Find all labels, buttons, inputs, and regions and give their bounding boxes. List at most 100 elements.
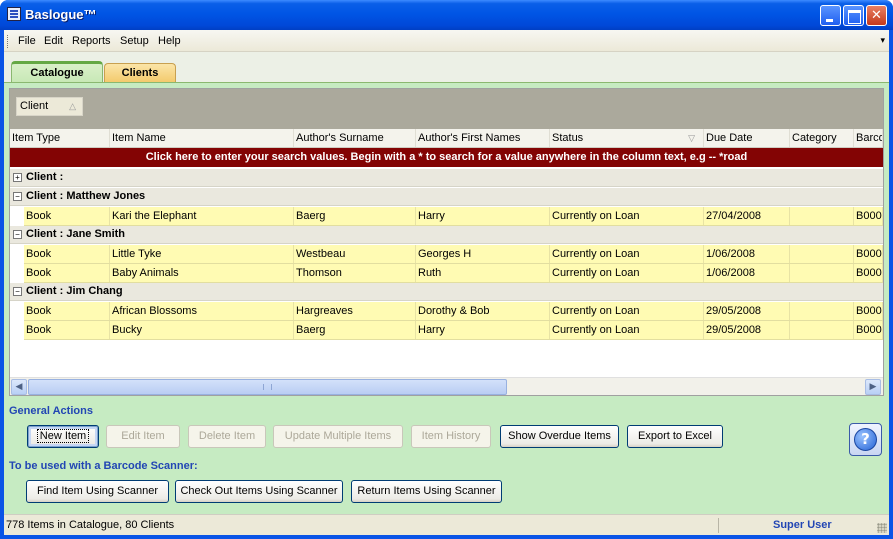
cell-category[interactable]	[790, 321, 854, 339]
cell-status[interactable]: Currently on Loan	[550, 245, 704, 263]
cell-item-type[interactable]: Book	[24, 245, 110, 263]
tab-clients[interactable]: Clients	[104, 63, 176, 83]
minimize-button[interactable]	[820, 5, 841, 26]
menu-setup[interactable]: Setup	[120, 35, 149, 47]
cell-author-first-names[interactable]: Harry	[416, 321, 550, 339]
cell-author-surname[interactable]: Westbeau	[294, 245, 416, 263]
cell-author-first-names[interactable]: Harry	[416, 207, 550, 225]
close-button[interactable]: ✕	[866, 5, 887, 26]
group-by-client-chip[interactable]: Client △	[16, 97, 83, 116]
cell-barcode[interactable]: B0000	[854, 302, 883, 320]
cell-item-name[interactable]: Baby Animals	[110, 264, 294, 282]
column-header-author-surname[interactable]: Author's Surname	[294, 129, 416, 147]
edit-item-button[interactable]: Edit Item	[106, 425, 180, 448]
cell-barcode[interactable]: B0000	[854, 207, 883, 225]
cell-author-surname[interactable]: Baerg	[294, 207, 416, 225]
check-out-items-using-scanner-button[interactable]: Check Out Items Using Scanner	[175, 480, 343, 503]
scrollbar-thumb[interactable]	[28, 379, 507, 395]
scroll-left-icon[interactable]: ◀	[11, 379, 27, 395]
column-header-category[interactable]: Category	[790, 129, 854, 147]
cell-author-surname[interactable]: Hargreaves	[294, 302, 416, 320]
title-bar[interactable]: Baslogue™ ✕	[0, 0, 893, 30]
cell-due-date[interactable]: 27/04/2008	[704, 207, 790, 225]
collapse-icon[interactable]: −	[13, 230, 22, 239]
cell-item-name[interactable]: African Blossoms	[110, 302, 294, 320]
horizontal-scrollbar[interactable]: ◀ ▶	[10, 377, 883, 395]
cell-category[interactable]	[790, 302, 854, 320]
group-header-row[interactable]: + Client :	[10, 169, 883, 187]
group-header-row[interactable]: − Client : Jane Smith	[10, 226, 883, 244]
cell-item-name[interactable]: Little Tyke	[110, 245, 294, 263]
table-row[interactable]: Book African Blossoms Hargreaves Dorothy & …	[24, 302, 883, 321]
cell-author-surname[interactable]: Thomson	[294, 264, 416, 282]
menu-file[interactable]: File	[18, 35, 36, 47]
cell-author-first-names[interactable]: Georges H	[416, 245, 550, 263]
cell-due-date[interactable]: 29/05/2008	[704, 321, 790, 339]
column-header-status[interactable]: Status ▽	[550, 129, 704, 147]
cell-author-first-names[interactable]: Ruth	[416, 264, 550, 282]
table-row[interactable]: Book Baby Animals Thomson Ruth Currently on …	[24, 264, 883, 283]
cell-item-type[interactable]: Book	[24, 264, 110, 282]
expand-icon[interactable]: +	[13, 173, 22, 182]
resize-grip[interactable]	[877, 523, 887, 533]
cell-barcode[interactable]: B0000	[854, 264, 883, 282]
new-item-button[interactable]: New Item	[27, 425, 99, 448]
item-history-button[interactable]: Item History	[411, 425, 491, 448]
cell-item-type[interactable]: Book	[24, 207, 110, 225]
minimize-icon	[821, 6, 840, 25]
cell-author-first-names[interactable]: Dorothy & Bob	[416, 302, 550, 320]
update-multiple-items-button[interactable]: Update Multiple Items	[273, 425, 403, 448]
column-header-item-type[interactable]: Item Type	[10, 129, 110, 147]
cell-due-date[interactable]: 29/05/2008	[704, 302, 790, 320]
tab-catalogue[interactable]: Catalogue	[11, 61, 103, 83]
group-header-label: Client : Jane Smith	[26, 228, 126, 240]
return-items-using-scanner-button[interactable]: Return Items Using Scanner	[351, 480, 502, 503]
export-to-excel-button[interactable]: Export to Excel	[627, 425, 723, 448]
chevron-down-icon[interactable]: ▾	[880, 36, 885, 46]
table-row[interactable]: Book Bucky Baerg Harry Currently on Loan 29/0…	[24, 321, 883, 340]
collapse-icon[interactable]: −	[13, 192, 22, 201]
maximize-button[interactable]	[843, 5, 864, 26]
cell-status[interactable]: Currently on Loan	[550, 264, 704, 282]
menu-help[interactable]: Help	[158, 35, 181, 47]
menu-grip[interactable]	[7, 35, 10, 48]
column-header-due-date[interactable]: Due Date	[704, 129, 790, 147]
help-button[interactable]: ?	[849, 423, 882, 456]
group-header-row[interactable]: − Client : Matthew Jones	[10, 188, 883, 206]
cell-category[interactable]	[790, 207, 854, 225]
collapse-icon[interactable]: −	[13, 287, 22, 296]
cell-category[interactable]	[790, 264, 854, 282]
status-bar: 778 Items in Catalogue, 80 Clients Super…	[4, 514, 889, 535]
status-divider	[718, 518, 719, 533]
cell-item-name[interactable]: Bucky	[110, 321, 294, 339]
cell-status[interactable]: Currently on Loan	[550, 302, 704, 320]
cell-barcode[interactable]: B0000	[854, 321, 883, 339]
find-item-using-scanner-button[interactable]: Find Item Using Scanner	[26, 480, 169, 503]
cell-barcode[interactable]: B0000	[854, 245, 883, 263]
cell-author-surname[interactable]: Baerg	[294, 321, 416, 339]
cell-due-date[interactable]: 1/06/2008	[704, 245, 790, 263]
group-header-row[interactable]: − Client : Jim Chang	[10, 283, 883, 301]
cell-item-type[interactable]: Book	[24, 321, 110, 339]
menu-bar: File Edit Reports Setup Help ▾	[4, 30, 889, 52]
show-overdue-items-button[interactable]: Show Overdue Items	[500, 425, 619, 448]
menu-edit[interactable]: Edit	[44, 35, 63, 47]
filter-icon[interactable]: ▽	[688, 129, 695, 147]
table-row[interactable]: Book Kari the Elephant Baerg Harry Currently…	[24, 207, 883, 226]
column-header-barcode[interactable]: Barco	[854, 129, 883, 147]
cell-item-name[interactable]: Kari the Elephant	[110, 207, 294, 225]
delete-item-button[interactable]: Delete Item	[188, 425, 266, 448]
cell-status[interactable]: Currently on Loan	[550, 321, 704, 339]
status-user: Super User	[773, 519, 832, 531]
cell-item-type[interactable]: Book	[24, 302, 110, 320]
scroll-right-icon[interactable]: ▶	[865, 379, 881, 395]
column-header-author-first-names[interactable]: Author's First Names	[416, 129, 550, 147]
cell-status[interactable]: Currently on Loan	[550, 207, 704, 225]
menu-reports[interactable]: Reports	[72, 35, 111, 47]
table-row[interactable]: Book Little Tyke Westbeau Georges H Currentl…	[24, 245, 883, 264]
search-filter-row[interactable]: Click here to enter your search values. …	[10, 148, 883, 167]
cell-due-date[interactable]: 1/06/2008	[704, 264, 790, 282]
sort-ascending-icon: △	[69, 101, 76, 111]
cell-category[interactable]	[790, 245, 854, 263]
column-header-item-name[interactable]: Item Name	[110, 129, 294, 147]
